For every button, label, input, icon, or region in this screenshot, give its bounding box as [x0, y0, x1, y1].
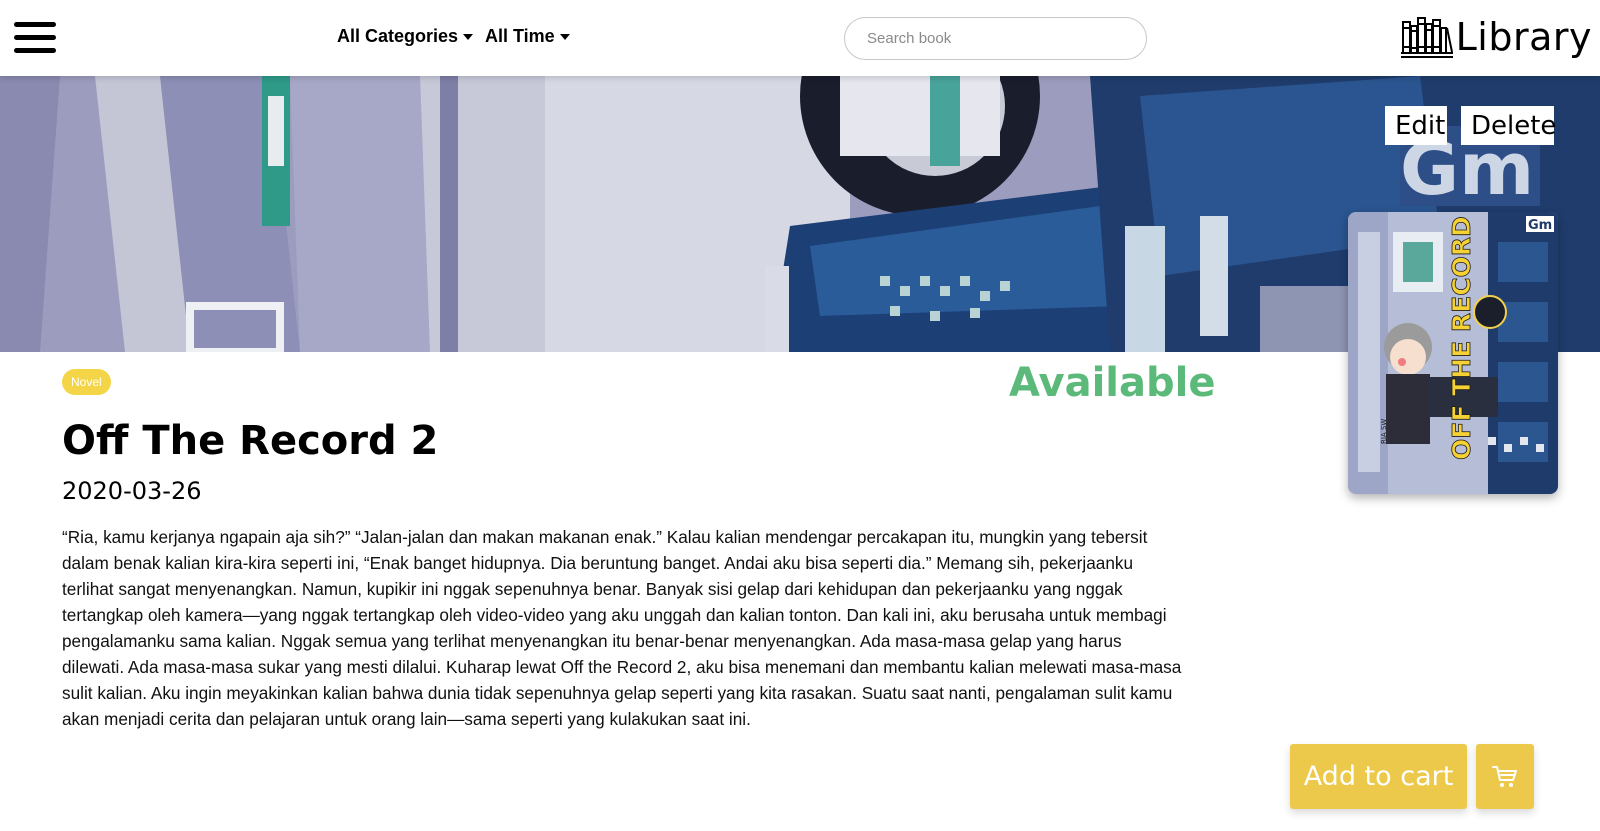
brand[interactable]: Library [1400, 14, 1592, 60]
category-badge[interactable]: Novel [62, 369, 111, 395]
availability-status: Available [1009, 360, 1216, 406]
cover-author-text: RIA SW [1380, 419, 1388, 444]
cart-button[interactable] [1476, 744, 1534, 809]
edit-button[interactable]: Edit [1385, 106, 1447, 145]
release-date: 2020-03-26 [62, 477, 202, 505]
cover-publisher-logo: Gm [1528, 218, 1552, 233]
book-cover-image: OFF THE RECORD 2 RIA SW Gm [1348, 212, 1558, 494]
time-dropdown-label: All Time [485, 26, 555, 46]
caret-down-icon [559, 34, 570, 41]
book-title: Off The Record 2 [62, 418, 439, 464]
search-input[interactable] [844, 17, 1147, 60]
add-to-cart-button[interactable]: Add to cart [1290, 744, 1467, 809]
navbar: All Categories All Time L [0, 0, 1600, 76]
caret-down-icon [463, 34, 474, 41]
time-dropdown[interactable]: All Time [485, 26, 570, 47]
categories-dropdown[interactable]: All Categories [337, 26, 474, 47]
bookshelf-logo-icon [1400, 17, 1453, 58]
brand-name: Library [1455, 15, 1592, 59]
cover-title-text: OFF THE RECORD 2 [1447, 212, 1476, 460]
categories-dropdown-label: All Categories [337, 26, 459, 46]
hamburger-menu-icon[interactable] [14, 20, 56, 56]
book-description: “Ria, kamu kerjanya ngapain aja sih?” “J… [62, 527, 1182, 729]
delete-button[interactable]: Delete [1461, 106, 1556, 145]
cart-icon [1492, 765, 1517, 787]
